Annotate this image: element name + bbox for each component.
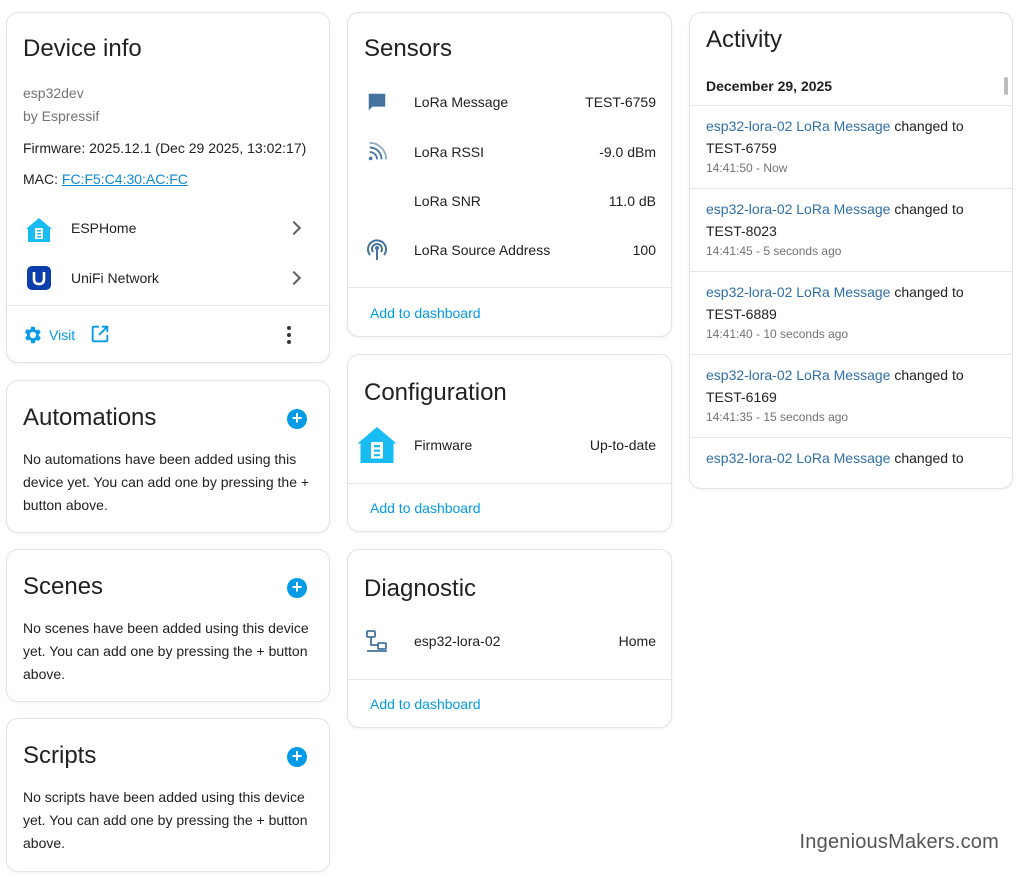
sensor-label: LoRa SNR — [414, 193, 481, 209]
automations-empty-text: No automations have been added using thi… — [23, 451, 310, 513]
diagnostic-value: Home — [618, 633, 656, 649]
activity-action: changed to — [890, 118, 964, 134]
scenes-card: Scenes + No scenes have been added using… — [6, 549, 330, 702]
integration-esphome[interactable]: ESPHome — [7, 209, 329, 249]
activity-value: TEST-8023 — [706, 223, 777, 239]
broadcast-icon — [367, 239, 387, 260]
diagnostic-row[interactable]: esp32-lora-02 Home — [348, 627, 671, 657]
activity-entry[interactable]: esp32-lora-02 LoRa Message changed to TE… — [690, 272, 1012, 355]
diagnostic-title: Diagnostic — [364, 575, 477, 602]
integration-unifi[interactable]: UniFi Network — [7, 259, 329, 299]
entity-link[interactable]: esp32-lora-02 LoRa Message — [706, 118, 890, 134]
automations-title: Automations — [23, 404, 157, 431]
mac-link[interactable]: FC:F5:C4:30:AC:FC — [62, 171, 188, 187]
device-model: esp32dev — [23, 85, 84, 101]
activity-entry[interactable]: esp32-lora-02 LoRa Message changed to — [690, 438, 1012, 476]
activity-date: December 29, 2025 — [706, 78, 833, 94]
activity-value: TEST-6759 — [706, 140, 777, 156]
add-automation-button[interactable]: + — [287, 409, 307, 429]
add-script-button[interactable]: + — [287, 747, 307, 767]
activity-time: 14:41:45 - 5 seconds ago — [706, 244, 842, 258]
activity-entry[interactable]: esp32-lora-02 LoRa Message changed to TE… — [690, 355, 1012, 438]
visit-button[interactable]: Visit — [21, 323, 111, 347]
scripts-title: Scripts — [23, 742, 97, 769]
open-in-new-icon — [91, 325, 109, 343]
entity-link[interactable]: esp32-lora-02 LoRa Message — [706, 201, 890, 217]
sensors-card: Sensors LoRa Message TEST-6759 LoRa RSSI… — [347, 12, 672, 337]
activity-action: changed to — [890, 201, 964, 217]
signal-icon — [368, 141, 388, 161]
entity-link[interactable]: esp32-lora-02 LoRa Message — [706, 284, 890, 300]
add-to-dashboard-button[interactable]: Add to dashboard — [370, 696, 481, 712]
mac-label: MAC: — [23, 171, 62, 187]
activity-entry[interactable]: esp32-lora-02 LoRa Message changed to TE… — [690, 106, 1012, 189]
scenes-title: Scenes — [23, 573, 104, 600]
activity-action: changed to — [890, 284, 964, 300]
chevron-right-icon — [286, 220, 302, 236]
network-icon — [366, 630, 387, 652]
activity-entry[interactable]: esp32-lora-02 LoRa Message changed to TE… — [690, 189, 1012, 272]
config-label: Firmware — [414, 437, 473, 453]
device-info-title: Device info — [23, 35, 142, 62]
activity-time: 14:41:35 - 15 seconds ago — [706, 410, 849, 424]
scenes-empty-text: No scenes have been added using this dev… — [23, 620, 309, 682]
unifi-icon — [27, 266, 51, 290]
esphome-icon — [26, 218, 52, 242]
sensor-value: 11.0 dB — [608, 193, 656, 209]
activity-action: changed to — [890, 367, 964, 383]
automations-card: Automations + No automations have been a… — [6, 380, 330, 533]
gear-icon — [25, 326, 41, 344]
add-to-dashboard-button[interactable]: Add to dashboard — [370, 500, 481, 516]
sensors-title: Sensors — [364, 35, 453, 62]
watermark-text: IngeniousMakers.com — [799, 831, 999, 853]
sensor-value: TEST-6759 — [585, 94, 656, 110]
activity-value: TEST-6169 — [706, 389, 777, 405]
chevron-right-icon — [286, 270, 302, 286]
divider — [348, 679, 671, 680]
activity-action: changed to — [890, 450, 964, 466]
sensor-value: 100 — [632, 242, 656, 258]
device-info-card: Device info esp32dev by Espressif Firmwa… — [6, 12, 330, 363]
divider — [348, 483, 671, 484]
scripts-card: Scripts + No scripts have been added usi… — [6, 718, 330, 872]
add-to-dashboard-button[interactable]: Add to dashboard — [370, 305, 481, 321]
activity-scroll[interactable]: esp32-lora-02 LoRa Message changed to TE… — [690, 106, 1012, 476]
sensor-row[interactable]: LoRa SNR 11.0 dB — [348, 186, 671, 216]
configuration-title: Configuration — [364, 379, 507, 406]
device-manufacturer: by Espressif — [23, 108, 100, 124]
divider — [348, 287, 671, 288]
config-row[interactable]: Firmware Up-to-date — [348, 423, 671, 467]
activity-card: Activity December 29, 2025 esp32-lora-02… — [689, 12, 1013, 489]
sensor-row[interactable]: LoRa Message TEST-6759 — [348, 87, 671, 117]
integration-label: ESPHome — [71, 220, 137, 236]
configuration-card: Configuration Firmware Up-to-date Add to… — [347, 354, 672, 532]
visit-label: Visit — [49, 327, 76, 343]
scripts-empty-text: No scripts have been added using this de… — [23, 789, 308, 851]
integration-label: UniFi Network — [71, 270, 159, 286]
activity-time: 14:41:40 - 10 seconds ago — [706, 327, 849, 341]
sensor-row[interactable]: LoRa Source Address 100 — [348, 235, 671, 265]
entity-link[interactable]: esp32-lora-02 LoRa Message — [706, 367, 890, 383]
activity-time: 14:41:50 - Now — [706, 161, 788, 175]
activity-value: TEST-6889 — [706, 306, 777, 322]
entity-link[interactable]: esp32-lora-02 LoRa Message — [706, 450, 890, 466]
more-vert-icon[interactable] — [283, 324, 295, 346]
sensor-label: LoRa Message — [414, 94, 509, 110]
scrollbar[interactable] — [1004, 77, 1008, 95]
message-icon — [368, 93, 386, 111]
esphome-icon — [357, 427, 397, 463]
device-mac: MAC: FC:F5:C4:30:AC:FC — [23, 171, 188, 187]
activity-title: Activity — [706, 26, 783, 53]
sensor-value: -9.0 dBm — [599, 144, 656, 160]
add-scene-button[interactable]: + — [287, 578, 307, 598]
sensor-row[interactable]: LoRa RSSI -9.0 dBm — [348, 137, 671, 167]
config-value: Up-to-date — [589, 437, 656, 453]
sensor-label: LoRa Source Address — [414, 242, 551, 258]
diagnostic-card: Diagnostic esp32-lora-02 Home Add to das… — [347, 549, 672, 728]
diagnostic-label: esp32-lora-02 — [414, 633, 501, 649]
device-firmware: Firmware: 2025.12.1 (Dec 29 2025, 13:02:… — [23, 140, 307, 156]
divider — [7, 305, 329, 306]
sensor-label: LoRa RSSI — [414, 144, 485, 160]
